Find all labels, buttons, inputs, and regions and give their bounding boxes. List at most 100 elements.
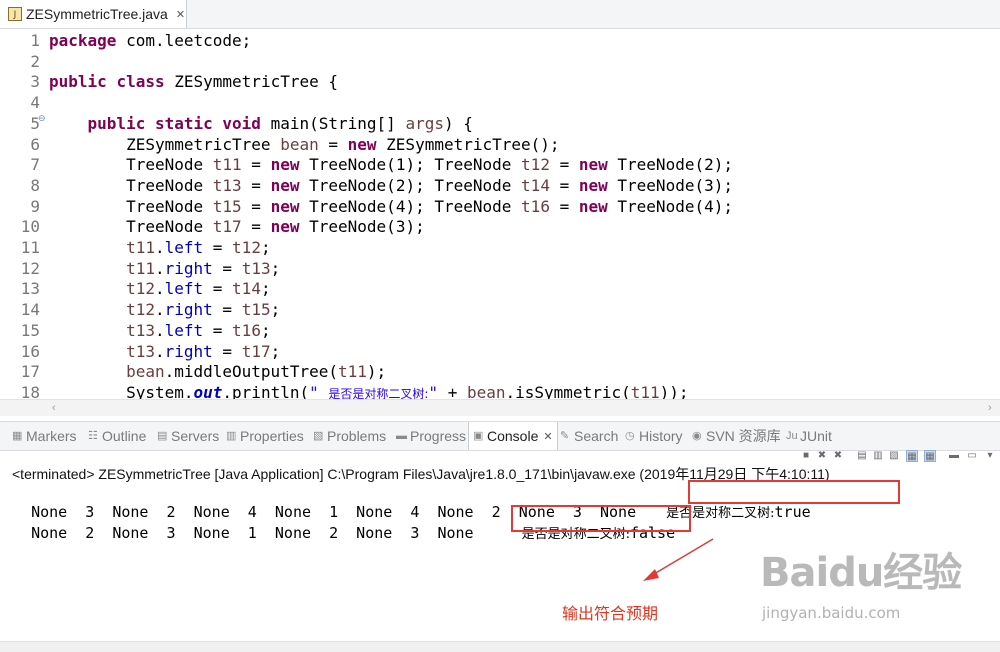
code-text: t12.left = t14; [126, 279, 271, 299]
progress-icon: ▬ [396, 429, 407, 442]
code-text: ZESymmetricTree bean = new ZESymmetricTr… [49, 134, 560, 154]
code-text: t11.left = t12; [126, 238, 271, 257]
line-number: 14 [20, 300, 40, 320]
view-tab-console[interactable]: ▣ Console ✕ [468, 422, 558, 450]
remove-all-terminated-icon[interactable]: ✖ [832, 450, 844, 462]
display-console-icon[interactable]: ▭ [966, 450, 978, 462]
code-line[interactable]: 10 TreeNode t17 = new TreeNode(3); [0, 216, 425, 237]
view-tab-label: Console [487, 428, 539, 444]
view-tab-markers[interactable]: ▦ Markers [12, 422, 77, 450]
view-tab-label: Markers [26, 428, 77, 444]
clear-console-icon[interactable]: ▤ [856, 450, 868, 462]
bottom-status-strip [0, 641, 1000, 652]
show-on-stdout-icon[interactable]: ▦ [906, 450, 918, 462]
line-number: 11 [20, 238, 40, 257]
code-text: t13.right = t17; [126, 341, 281, 361]
code-text: TreeNode t17 = new TreeNode(3); [49, 217, 425, 237]
view-tab-servers[interactable]: ▤ Servers [157, 422, 219, 450]
code-line[interactable]: 8 TreeNode t13 = new TreeNode(2); TreeNo… [0, 175, 733, 196]
properties-icon: ▥ [226, 429, 237, 442]
line-number: 6 [30, 134, 40, 154]
code-line[interactable]: 16 t13.right = t17; [0, 341, 281, 362]
code-line[interactable]: 15 t13.left = t16; [0, 320, 271, 341]
line-number: 12 [20, 258, 40, 278]
view-tab-properties[interactable]: ▥ Properties [226, 422, 304, 450]
highlight-box-false [511, 505, 691, 532]
annotation-arrow-icon [643, 538, 714, 581]
view-tab-label: JUnit [800, 428, 832, 444]
code-text: t12.right = t15; [126, 300, 281, 320]
markers-icon: ▦ [12, 429, 23, 442]
view-tab-label: Problems [327, 428, 387, 444]
highlight-box-true [688, 480, 900, 504]
view-tab-label: SVN 资源库 [706, 428, 781, 444]
code-text: package com.leetcode; [49, 31, 252, 50]
code-text: System.out.println(" 是否是对称二叉树:" + bean.i… [49, 382, 689, 399]
view-tab-progress[interactable]: ▬ Progress [396, 422, 466, 450]
terminate-icon[interactable]: ■ [800, 450, 812, 462]
watermark-logo: Baidu经验 [760, 550, 962, 596]
code-line[interactable]: 13 t12.left = t14; [0, 278, 271, 299]
view-tab-junit[interactable]: Ju JUnit [786, 422, 832, 450]
code-line[interactable]: 9 TreeNode t15 = new TreeNode(4); TreeNo… [0, 196, 733, 217]
code-line[interactable]: 18 System.out.println(" 是否是对称二叉树:" + bea… [0, 382, 689, 399]
editor-tab-title: ZESymmetricTree.java [26, 6, 168, 22]
code-line[interactable]: 5 public static void main(String[] args)… [0, 113, 473, 134]
code-line[interactable]: 6 ZESymmetricTree bean = new ZESymmetric… [0, 134, 560, 155]
view-tab-label: Outline [102, 428, 147, 444]
line-number: 9 [30, 196, 40, 216]
show-on-stderr-icon[interactable]: ▦ [924, 450, 936, 462]
close-icon[interactable]: ✕ [543, 430, 552, 443]
view-tab-problems[interactable]: ▧ Problems [313, 422, 386, 450]
view-tab-outline[interactable]: ☷ Outline [88, 422, 146, 450]
problems-icon: ▧ [313, 429, 324, 442]
line-number: 7 [30, 155, 40, 175]
code-text: bean.middleOutputTree(t11); [126, 362, 387, 382]
code-line[interactable]: 14 t12.right = t15; [0, 299, 281, 320]
view-tab-label: Progress [410, 428, 467, 444]
code-line[interactable]: 17 bean.middleOutputTree(t11); [0, 361, 386, 382]
view-tab-label: Properties [240, 428, 304, 444]
view-tab-svn[interactable]: ◉ SVN 资源库 [692, 422, 781, 450]
line-number: 15 [20, 320, 40, 340]
watermark-url: jingyan.baidu.com [762, 604, 901, 622]
code-line[interactable]: 11 t11.left = t12; [0, 237, 271, 258]
bottom-view-tabs: ▦ Markers ☷ Outline ▤ Servers ▥ Properties ▧ Prob… [0, 421, 1000, 451]
line-number: 5 [30, 113, 40, 133]
code-line[interactable]: 3 public class ZESymmetricTree { [0, 71, 338, 92]
view-tab-history[interactable]: ◷ History [625, 422, 683, 450]
code-editor[interactable]: ⊖ 1 package com.leetcode; 2 3 public class Z… [0, 29, 1000, 399]
close-icon[interactable]: ✕ [176, 8, 185, 21]
java-file-icon: J [8, 7, 22, 21]
code-text: public class ZESymmetricTree { [49, 72, 338, 92]
console-line-1-result: true [774, 503, 811, 521]
junit-icon: Ju [786, 429, 798, 442]
line-number: 13 [20, 279, 40, 299]
line-number: 10 [20, 217, 40, 237]
scroll-right-arrow-icon[interactable]: › [988, 400, 992, 416]
search-icon: ✎ [560, 429, 570, 442]
code-text: TreeNode t13 = new TreeNode(2); TreeNode… [49, 175, 733, 195]
editor-horizontal-scrollbar[interactable]: ‹ › [0, 399, 1000, 416]
word-wrap-icon[interactable]: ▧ [888, 450, 900, 462]
code-line[interactable]: 1 package com.leetcode; [0, 30, 251, 51]
view-tab-search[interactable]: ✎ Search [560, 422, 618, 450]
annotation-note: 输出符合预期 [562, 604, 659, 623]
scroll-left-arrow-icon[interactable]: ‹ [52, 400, 56, 416]
line-number: 4 [30, 93, 40, 113]
open-console-icon[interactable]: ▾ [984, 450, 996, 462]
code-text: TreeNode t11 = new TreeNode(1); TreeNode… [49, 155, 733, 175]
scroll-lock-icon[interactable]: ▥ [872, 450, 884, 462]
code-line[interactable]: 7 TreeNode t11 = new TreeNode(1); TreeNo… [0, 154, 733, 175]
code-line[interactable]: 4 [0, 92, 49, 113]
editor-tab-zesymmetrictree[interactable]: J ZESymmetricTree.java ✕ [0, 0, 187, 28]
code-text: t13.left = t16; [126, 320, 271, 340]
console-line-2-values: None 2 None 3 None 1 None 2 None 3 None [31, 524, 474, 542]
code-text: TreeNode t15 = new TreeNode(4); TreeNode… [49, 196, 733, 216]
code-text: public static void main(String[] args) { [87, 113, 473, 133]
remove-launch-icon[interactable]: ✖ [816, 450, 828, 462]
code-line[interactable]: 12 t11.right = t13; [0, 258, 281, 279]
console-icon: ▣ [473, 429, 484, 442]
pin-console-icon[interactable]: ▬ [948, 450, 960, 462]
code-line[interactable]: 2 [0, 51, 49, 72]
